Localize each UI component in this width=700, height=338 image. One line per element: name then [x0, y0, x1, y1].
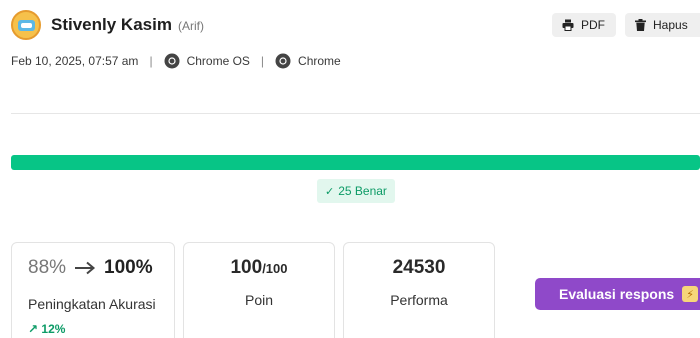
points-value: 100 — [230, 257, 263, 278]
correct-count-label: 25 Benar — [338, 184, 387, 198]
check-icon: ✓ — [325, 185, 335, 198]
evaluate-responses-button[interactable]: Evaluasi respons ⚡ — [535, 278, 700, 310]
student-header: Stivenly Kasim (Arif) — [11, 10, 204, 40]
accuracy-to: 100% — [104, 257, 153, 278]
delete-button[interactable]: Hapus — [625, 13, 700, 37]
performance-label: Performa — [390, 292, 448, 308]
chrome-icon — [164, 53, 180, 69]
score-progress-bar — [11, 155, 700, 170]
student-name: Stivenly Kasim — [51, 15, 172, 34]
progress-fill-correct — [11, 155, 700, 170]
evaluate-responses-label: Evaluasi respons — [559, 286, 675, 302]
pdf-button[interactable]: PDF — [552, 13, 616, 37]
accuracy-gain-value: 12% — [41, 322, 66, 336]
performance-value: 24530 — [392, 257, 446, 278]
trash-icon — [635, 19, 646, 31]
session-datetime: Feb 10, 2025, 07:57 am — [11, 54, 139, 68]
points-label: Poin — [244, 292, 274, 308]
trend-up-icon: ↗ — [28, 322, 39, 336]
accuracy-gain: ↗ 12% — [28, 322, 65, 336]
pdf-label: PDF — [581, 18, 605, 32]
student-avatar — [11, 10, 41, 40]
arrow-right-icon — [74, 261, 96, 275]
points-total: /100 — [262, 261, 288, 276]
meta-separator: | — [260, 54, 265, 68]
divider — [11, 113, 700, 114]
lightning-icon: ⚡ — [682, 286, 699, 302]
os-info: Chrome OS — [164, 53, 250, 69]
meta-separator: | — [149, 54, 153, 68]
browser-info: Chrome — [275, 53, 341, 69]
os-label: Chrome OS — [186, 54, 250, 68]
accuracy-card: 88% 100% Peningkatan Akurasi ↗ 12% — [11, 242, 175, 338]
correct-count-badge: ✓ 25 Benar — [317, 179, 395, 203]
student-alias: (Arif) — [177, 19, 204, 33]
accuracy-label: Peningkatan Akurasi — [28, 296, 156, 312]
browser-label: Chrome — [298, 54, 341, 68]
accuracy-from: 88% — [28, 257, 67, 278]
performance-card: 24530 Performa — [343, 242, 495, 338]
chrome-icon — [275, 53, 291, 69]
printer-icon — [562, 19, 574, 31]
delete-label: Hapus — [653, 18, 688, 32]
session-meta: Feb 10, 2025, 07:57 am | Chrome OS | Chr… — [11, 53, 341, 69]
points-card: 100/100 Poin — [183, 242, 335, 338]
